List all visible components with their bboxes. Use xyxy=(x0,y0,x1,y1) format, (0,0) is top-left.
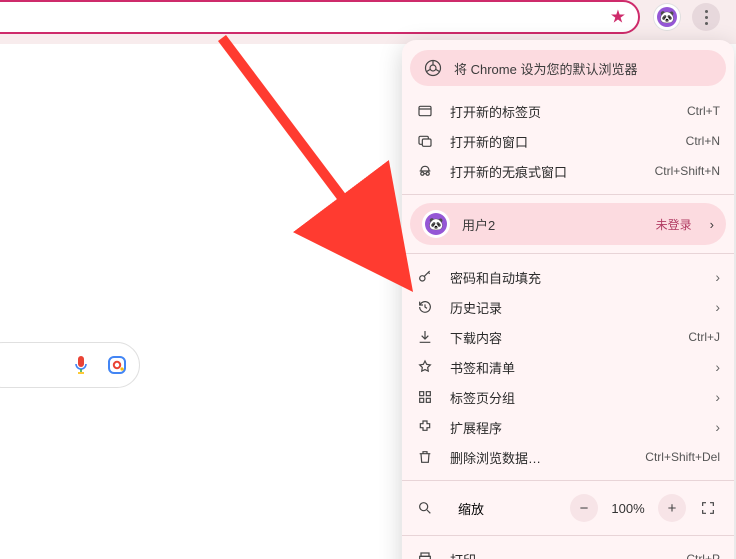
profile-name: 用户2 xyxy=(462,215,644,234)
grid-icon xyxy=(416,388,434,406)
menu-item-zoom: 缩放 − 100% + xyxy=(402,489,734,527)
menu-item-label: 打印… xyxy=(450,550,686,559)
menu-item-label: 扩展程序 xyxy=(450,418,709,437)
menu-item-passwords[interactable]: 密码和自动填充 › xyxy=(402,262,734,292)
chevron-right-icon: › xyxy=(715,389,720,405)
print-icon xyxy=(416,550,434,559)
chevron-right-icon: › xyxy=(715,299,720,315)
menu-item-tabgroups[interactable]: 标签页分组 › xyxy=(402,382,734,412)
trash-icon xyxy=(416,448,434,466)
menu-shortcut: Ctrl+T xyxy=(687,104,720,118)
menu-item-new-window[interactable]: 打开新的窗口 Ctrl+N xyxy=(402,126,734,156)
menu-divider xyxy=(402,480,734,481)
profile-avatar-icon: 🐼 xyxy=(657,7,677,27)
menu-item-label: 下载内容 xyxy=(450,328,688,347)
zoom-in-button[interactable]: + xyxy=(658,494,686,522)
menu-button[interactable] xyxy=(692,3,720,31)
menu-shortcut: Ctrl+J xyxy=(688,330,720,344)
menu-item-label: 删除浏览数据… xyxy=(450,448,645,467)
google-search-stub[interactable] xyxy=(0,342,140,388)
voice-search-icon[interactable] xyxy=(73,355,89,375)
history-icon xyxy=(416,298,434,316)
menu-shortcut: Ctrl+N xyxy=(686,134,720,148)
extension-icon xyxy=(416,418,434,436)
zoom-label: 缩放 xyxy=(458,499,562,518)
profile-state: 未登录 xyxy=(656,216,692,233)
lens-search-icon[interactable] xyxy=(107,355,127,375)
download-icon xyxy=(416,328,434,346)
zoom-icon xyxy=(416,499,434,517)
menu-item-history[interactable]: 历史记录 › xyxy=(402,292,734,322)
new-window-icon xyxy=(416,132,434,150)
zoom-value: 100% xyxy=(606,501,650,516)
menu-item-label: 打开新的窗口 xyxy=(450,132,686,151)
menu-item-extensions[interactable]: 扩展程序 › xyxy=(402,412,734,442)
menu-divider xyxy=(402,535,734,536)
menu-item-label: 打开新的无痕式窗口 xyxy=(450,162,655,181)
banner-label: 将 Chrome 设为您的默认浏览器 xyxy=(454,59,637,78)
menu-item-profile[interactable]: 🐼 用户2 未登录 › xyxy=(410,203,726,245)
toolbar: ★ 🐼 xyxy=(0,0,736,44)
menu-item-label: 打开新的标签页 xyxy=(450,102,687,121)
incognito-icon xyxy=(416,162,434,180)
menu-item-print[interactable]: 打印… Ctrl+P xyxy=(402,544,734,559)
menu-divider xyxy=(402,253,734,254)
zoom-out-button[interactable]: − xyxy=(570,494,598,522)
chevron-right-icon: › xyxy=(710,217,714,232)
menu-item-label: 书签和清单 xyxy=(450,358,709,377)
menu-shortcut: Ctrl+Shift+Del xyxy=(645,450,720,464)
chevron-right-icon: › xyxy=(715,269,720,285)
bookmark-icon xyxy=(416,358,434,376)
key-icon xyxy=(416,268,434,286)
new-tab-icon xyxy=(416,102,434,120)
chevron-right-icon: › xyxy=(715,419,720,435)
set-default-browser-banner[interactable]: 将 Chrome 设为您的默认浏览器 xyxy=(410,50,726,86)
menu-item-new-tab[interactable]: 打开新的标签页 Ctrl+T xyxy=(402,96,734,126)
menu-item-label: 标签页分组 xyxy=(450,388,709,407)
chrome-menu: 将 Chrome 设为您的默认浏览器 打开新的标签页 Ctrl+T 打开新的窗口… xyxy=(402,40,734,559)
bookmark-star-icon[interactable]: ★ xyxy=(610,7,626,28)
menu-item-incognito[interactable]: 打开新的无痕式窗口 Ctrl+Shift+N xyxy=(402,156,734,186)
menu-item-label: 历史记录 xyxy=(450,298,709,317)
profile-avatar-icon: 🐼 xyxy=(422,210,450,238)
menu-shortcut: Ctrl+Shift+N xyxy=(655,164,720,178)
fullscreen-button[interactable] xyxy=(694,494,722,522)
menu-divider xyxy=(402,194,734,195)
menu-item-downloads[interactable]: 下载内容 Ctrl+J xyxy=(402,322,734,352)
chrome-icon xyxy=(424,59,442,77)
menu-item-bookmarks[interactable]: 书签和清单 › xyxy=(402,352,734,382)
profile-button[interactable]: 🐼 xyxy=(653,3,681,31)
menu-item-label: 密码和自动填充 xyxy=(450,268,709,287)
omnibox[interactable]: ★ xyxy=(0,0,640,34)
menu-item-clear-data[interactable]: 删除浏览数据… Ctrl+Shift+Del xyxy=(402,442,734,472)
menu-shortcut: Ctrl+P xyxy=(686,552,720,559)
chevron-right-icon: › xyxy=(715,359,720,375)
